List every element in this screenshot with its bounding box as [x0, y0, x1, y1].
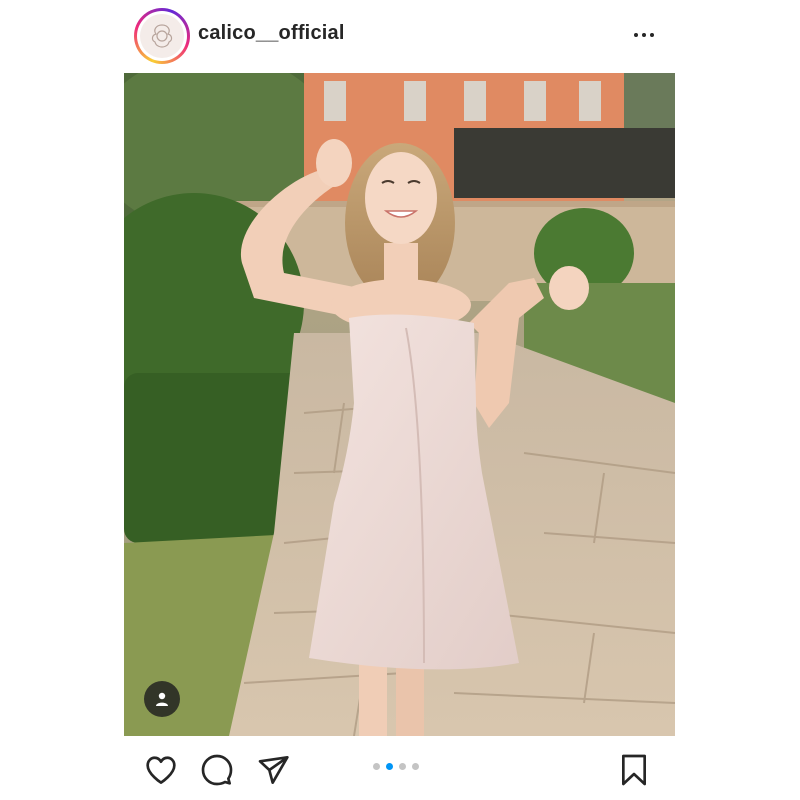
- comment-icon[interactable]: [199, 752, 235, 788]
- brand-logo-icon: [140, 14, 184, 58]
- user-tag-icon[interactable]: [144, 681, 180, 717]
- username-link[interactable]: calico__official: [198, 22, 345, 45]
- post-header: calico__official: [0, 0, 800, 72]
- heart-icon[interactable]: [143, 752, 179, 788]
- post-image[interactable]: [124, 73, 675, 736]
- carousel-dot-active: [386, 763, 393, 770]
- carousel-indicator: [373, 763, 419, 770]
- carousel-dot: [412, 763, 419, 770]
- post-action-bar: [0, 740, 800, 800]
- avatar[interactable]: [134, 8, 190, 64]
- carousel-dot: [373, 763, 380, 770]
- bookmark-icon[interactable]: [616, 752, 652, 788]
- paper-plane-icon[interactable]: [256, 752, 292, 788]
- carousel-dot: [399, 763, 406, 770]
- more-options-icon[interactable]: [628, 22, 660, 48]
